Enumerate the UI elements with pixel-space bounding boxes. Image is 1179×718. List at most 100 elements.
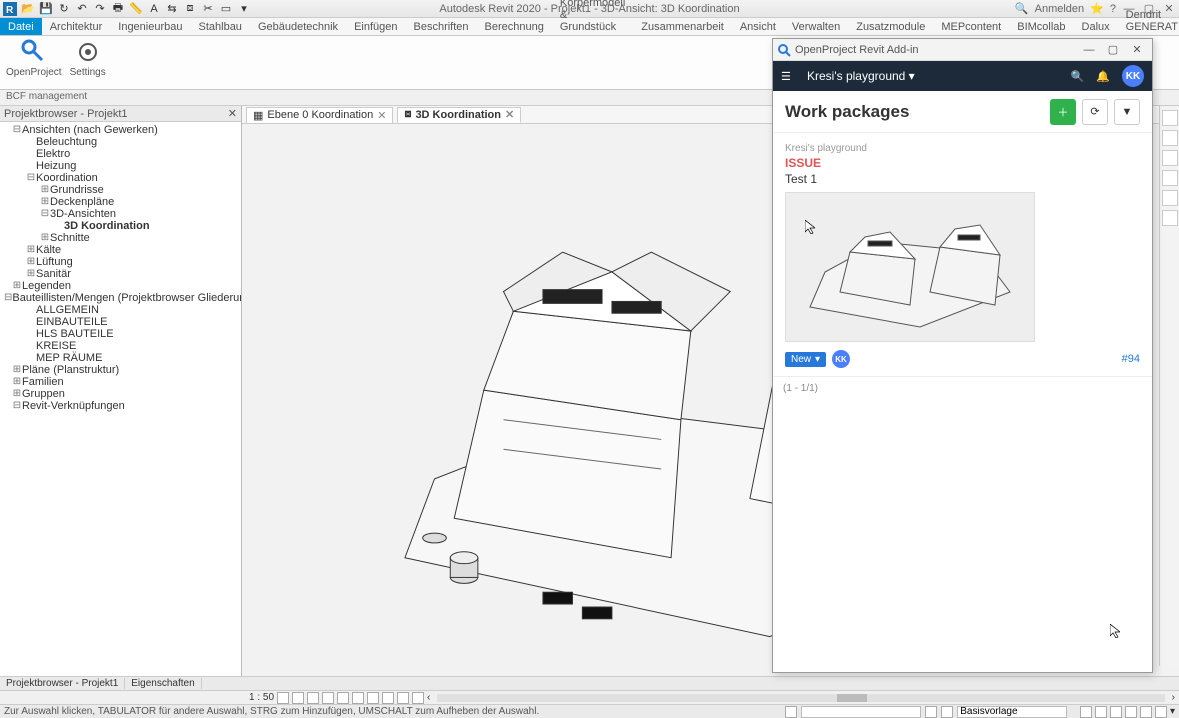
editable-only-icon[interactable] <box>925 706 937 718</box>
addin-close-icon[interactable]: ✕ <box>1126 41 1148 59</box>
ribbon-tab-einfuegen[interactable]: Einfügen <box>346 18 405 35</box>
favorites-icon[interactable]: ⭐ <box>1090 2 1104 15</box>
work-package-card[interactable]: Kresi's playground ISSUE Test 1 <box>773 133 1152 377</box>
close-hidden-icon[interactable]: ▾ <box>237 2 251 16</box>
tree-row[interactable]: ⊞Sanitär <box>0 268 241 280</box>
print-icon[interactable]: 🖶 <box>111 2 125 16</box>
redo-icon[interactable]: ↷ <box>93 2 107 16</box>
visual-style-icon[interactable] <box>292 692 304 704</box>
tree-row[interactable]: ⊟Koordination <box>0 172 241 184</box>
ribbon-button-openproject[interactable]: OpenProject <box>6 38 62 87</box>
tree-row[interactable]: ⊟Ansichten (nach Gewerken) <box>0 124 241 136</box>
sun-path-icon[interactable] <box>307 692 319 704</box>
rendering-icon[interactable] <box>337 692 349 704</box>
reveal-hidden-icon[interactable] <box>412 692 424 704</box>
ribbon-tab-stahlbau[interactable]: Stahlbau <box>191 18 250 35</box>
tree-expander-icon[interactable]: ⊞ <box>12 388 22 400</box>
tree-row[interactable]: 3D Koordination <box>0 220 241 232</box>
tree-expander-icon[interactable]: ⊞ <box>26 256 36 268</box>
addin-maximize-icon[interactable]: ▢ <box>1102 41 1124 59</box>
drag-elements-icon[interactable] <box>1140 706 1152 718</box>
ribbon-tab-beschriften[interactable]: Beschriften <box>406 18 477 35</box>
addin-minimize-icon[interactable]: — <box>1078 41 1100 59</box>
tree-expander-icon[interactable]: ⊞ <box>40 196 50 208</box>
tree-expander-icon[interactable]: ⊞ <box>26 268 36 280</box>
filter-icon[interactable] <box>1155 706 1167 718</box>
help-icon[interactable]: ? <box>1110 3 1116 15</box>
tree-row[interactable]: ⊞Lüftung <box>0 256 241 268</box>
text-icon[interactable]: A <box>147 2 161 16</box>
tree-expander-icon[interactable]: ⊟ <box>12 400 22 412</box>
open-icon[interactable]: 📂 <box>21 2 35 16</box>
tree-row[interactable]: ⊞Gruppen <box>0 388 241 400</box>
tree-row[interactable]: KREISE <box>0 340 241 352</box>
select-face-icon[interactable] <box>1125 706 1137 718</box>
orbit-icon[interactable] <box>1162 210 1178 226</box>
select-underlay-icon[interactable] <box>1095 706 1107 718</box>
ribbon-tab-berechnung[interactable]: Berechnung <box>477 18 552 35</box>
tree-row[interactable]: ALLGEMEIN <box>0 304 241 316</box>
3d-icon[interactable]: ⧈ <box>183 2 197 16</box>
project-browser-tree[interactable]: ⊟Ansichten (nach Gewerken)BeleuchtungEle… <box>0 122 241 676</box>
filter-button[interactable]: ▼ <box>1114 99 1140 125</box>
tree-row[interactable]: HLS BAUTEILE <box>0 328 241 340</box>
worksets-icon[interactable] <box>785 706 797 718</box>
tree-expander-icon[interactable]: ⊞ <box>26 244 36 256</box>
tree-expander-icon[interactable]: ⊟ <box>40 208 50 220</box>
design-option-combo[interactable] <box>957 706 1067 718</box>
tree-row[interactable]: EINBAUTEILE <box>0 316 241 328</box>
refresh-button[interactable]: ⟳ <box>1082 99 1108 125</box>
tree-row[interactable]: ⊞Pläne (Planstruktur) <box>0 364 241 376</box>
view-cube-icon[interactable] <box>1162 130 1178 146</box>
sync-icon[interactable]: ↻ <box>57 2 71 16</box>
work-packages-list[interactable]: Kresi's playground ISSUE Test 1 <box>773 133 1152 672</box>
chevron-down-icon[interactable]: ▾ <box>1170 706 1175 717</box>
ribbon-tab-verwalten[interactable]: Verwalten <box>784 18 848 35</box>
bottom-tab-projektbrowser[interactable]: Projektbrowser - Projekt1 <box>0 678 125 689</box>
tree-row[interactable]: Beleuchtung <box>0 136 241 148</box>
ribbon-tab-ansicht[interactable]: Ansicht <box>732 18 784 35</box>
shadows-icon[interactable] <box>322 692 334 704</box>
chevron-left-icon[interactable]: ‹ <box>427 692 430 703</box>
view-tab-ebene0[interactable]: ▦ Ebene 0 Koordination ✕ <box>246 107 393 123</box>
tree-row[interactable]: MEP RÄUME <box>0 352 241 364</box>
tab-close-icon[interactable]: ✕ <box>377 109 386 122</box>
ribbon-tab-dalux[interactable]: Dalux <box>1074 18 1118 35</box>
tree-expander-icon[interactable]: ⊞ <box>12 280 22 292</box>
bell-icon[interactable]: 🔔 <box>1096 70 1110 83</box>
view-tab-3dkoord[interactable]: ⧈ 3D Koordination ✕ <box>397 107 521 123</box>
tree-row[interactable]: Elektro <box>0 148 241 160</box>
ribbon-tab-bimcollab[interactable]: BIMcollab <box>1009 18 1073 35</box>
tree-row[interactable]: Heizung <box>0 160 241 172</box>
project-selector[interactable]: Kresi's playground ▾ <box>807 69 915 83</box>
ribbon-tab-gebaeudetechnik[interactable]: Gebäudetechnik <box>250 18 346 35</box>
select-pinned-icon[interactable] <box>1110 706 1122 718</box>
user-avatar[interactable]: KK <box>1122 65 1144 87</box>
ribbon-tab-ingenieurbau[interactable]: Ingenieurbau <box>110 18 190 35</box>
search-icon[interactable]: 🔍 <box>1071 70 1085 83</box>
zoom-icon[interactable] <box>1162 190 1178 206</box>
panel-close-icon[interactable]: ✕ <box>228 107 237 120</box>
tree-row[interactable]: ⊞Grundrisse <box>0 184 241 196</box>
nav-wheel-icon[interactable] <box>1162 150 1178 166</box>
tree-row[interactable]: ⊟Bauteillisten/Mengen (Projektbrowser Gl… <box>0 292 241 304</box>
ribbon-button-settings[interactable]: Settings <box>70 38 106 87</box>
ribbon-tab-zusammenarbeit[interactable]: Zusammenarbeit <box>633 18 732 35</box>
addin-titlebar[interactable]: OpenProject Revit Add-in — ▢ ✕ <box>773 39 1152 61</box>
ribbon-tab-zusatzmodule[interactable]: Zusatzmodule <box>848 18 933 35</box>
thin-lines-icon[interactable]: ▭ <box>219 2 233 16</box>
design-options-icon[interactable] <box>941 706 953 718</box>
ribbon-tab-mepcontent[interactable]: MEPcontent <box>933 18 1009 35</box>
search-icon[interactable]: 🔍 <box>1015 2 1029 15</box>
tree-row[interactable]: ⊟3D-Ansichten <box>0 208 241 220</box>
chevron-right-icon[interactable]: › <box>1172 692 1175 703</box>
tree-expander-icon[interactable]: ⊟ <box>4 292 12 304</box>
horizontal-scrollbar[interactable] <box>437 694 1164 702</box>
crop-region-icon[interactable] <box>367 692 379 704</box>
tree-row[interactable]: ⊟Revit-Verknüpfungen <box>0 400 241 412</box>
status-badge[interactable]: New ▾ <box>785 352 826 367</box>
pan-icon[interactable] <box>1162 170 1178 186</box>
tree-expander-icon[interactable]: ⊞ <box>12 364 22 376</box>
dim-icon[interactable]: ⇆ <box>165 2 179 16</box>
measure-icon[interactable]: 📏 <box>129 2 143 16</box>
